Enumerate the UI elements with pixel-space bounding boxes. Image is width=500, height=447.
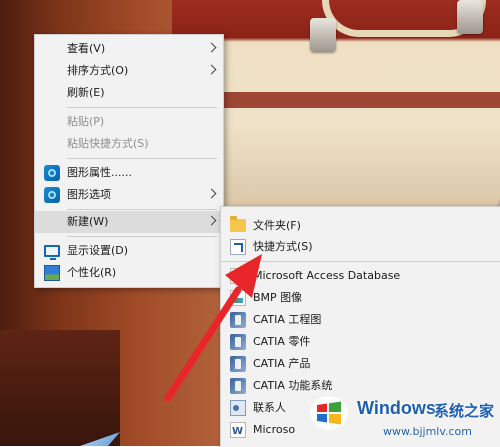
desktop-context-menu: 查看(V) 排序方式(O) 刷新(E) 粘贴(P) 粘贴快捷方式(S) 图形属性… [34,34,224,288]
submenu-item-catia-part[interactable]: CATIA 零件 [221,331,500,353]
submenu-item-catia-drawing[interactable]: CATIA 工程图 [221,309,500,331]
chevron-right-icon [206,188,217,199]
submenu-item-shortcut[interactable]: 快捷方式(S) [221,236,500,258]
submenu-item-access-database[interactable]: Microsoft Access Database [221,265,500,288]
submenu-item-label: 联系人 [253,401,286,414]
menu-item-label: 排序方式(O) [67,64,129,77]
submenu-item-folder[interactable]: 文件夹(F) [221,215,500,237]
menu-item-view[interactable]: 查看(V) [35,38,223,60]
menu-separator [67,158,217,159]
submenu-item-label: 文件夹(F) [253,219,301,232]
personalize-icon [44,265,60,281]
contact-icon [230,400,246,416]
menu-item-sort-by[interactable]: 排序方式(O) [35,60,223,82]
suitcase-latch [310,18,336,52]
catia-icon [230,334,246,350]
menu-item-refresh[interactable]: 刷新(E) [35,82,223,104]
submenu-item-label: Microsoft Access Database [253,269,401,282]
display-icon [44,245,60,260]
graphics-icon [44,165,60,181]
menu-item-paste-shortcut: 粘贴快捷方式(S) [35,133,223,155]
chevron-right-icon [206,64,217,75]
menu-separator [67,107,217,108]
chevron-right-icon [206,215,217,226]
menu-item-display-settings[interactable]: 显示设置(D) [35,240,223,262]
folder-icon [230,216,246,232]
menu-item-graphics-properties[interactable]: 图形属性...... [35,162,223,184]
submenu-item-catia-product[interactable]: CATIA 产品 [221,353,500,375]
access-icon [230,266,246,288]
shortcut-icon [230,239,246,255]
menu-item-paste: 粘贴(P) [35,111,223,133]
watermark: Windows 系统之家 www.bjjmlv.com [297,386,500,446]
submenu-item-label: Microso [253,423,296,436]
menu-separator [67,209,217,210]
chevron-right-icon [206,42,217,53]
submenu-item-bmp-image[interactable]: BMP 图像 [221,287,500,309]
menu-item-label: 个性化(R) [67,266,117,279]
menu-item-label: 刷新(E) [67,86,105,99]
windows-logo-icon [310,396,348,430]
menu-separator [67,236,217,237]
watermark-title: Windows [357,398,436,418]
menu-item-label: 粘贴快捷方式(S) [67,137,149,150]
catia-icon [230,356,246,372]
suitcase-latch [457,0,483,34]
menu-item-label: 新建(W) [67,215,109,228]
menu-item-label: 显示设置(D) [67,244,129,257]
bmp-image-icon [230,290,246,306]
menu-item-graphics-options[interactable]: 图形选项 [35,184,223,206]
wallpaper-cloth [0,330,120,446]
menu-item-label: 图形属性...... [67,166,132,179]
watermark-url: www.bjjmlv.com [383,425,472,438]
menu-item-label: 图形选项 [67,188,111,201]
submenu-item-label: CATIA 零件 [253,335,311,348]
graphics-icon [44,187,60,203]
submenu-item-label: BMP 图像 [253,291,303,304]
watermark-subtitle: 系统之家 [434,402,495,420]
menu-separator [221,261,500,262]
submenu-item-label: 快捷方式(S) [253,240,313,253]
catia-icon [230,312,246,328]
menu-item-personalize[interactable]: 个性化(R) [35,262,223,284]
submenu-item-label: CATIA 产品 [253,357,311,370]
menu-item-new[interactable]: 新建(W) [35,211,223,233]
menu-item-label: 查看(V) [67,42,106,55]
catia-icon [230,378,246,394]
word-icon [230,421,246,443]
menu-item-label: 粘贴(P) [67,115,105,128]
submenu-item-label: CATIA 工程图 [253,313,322,326]
